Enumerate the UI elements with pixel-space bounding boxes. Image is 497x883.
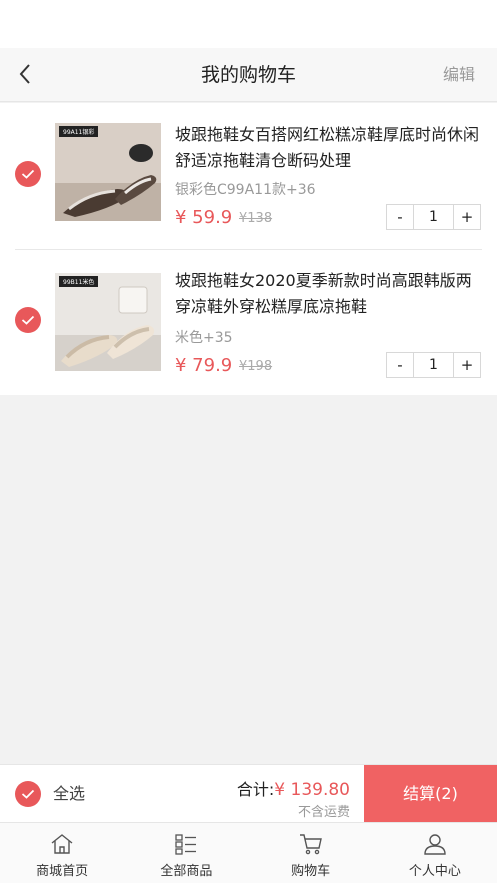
- tab-label: 商城首页: [36, 864, 89, 879]
- product-spec: 米色+35: [175, 330, 233, 346]
- cart-item: 99B11米色 坡跟拖鞋女2020夏季新款时尚高跟韩版两穿凉鞋外穿松糕厚底凉拖鞋…: [0, 249, 497, 395]
- select-all-label[interactable]: 全选: [53, 765, 85, 823]
- shipping-note: 不含运费: [297, 805, 350, 820]
- tab-bar: 商城首页 全部商品 购物车 个人中心: [0, 822, 497, 883]
- tab-cart[interactable]: 购物车: [249, 823, 373, 883]
- checkout-bar: 全选 合计:¥ 139.80 不含运费 结算(2): [0, 764, 497, 823]
- tab-all-products[interactable]: 全部商品: [124, 823, 248, 883]
- total-line: 合计:¥ 139.80: [237, 776, 350, 800]
- tab-label: 全部商品: [160, 864, 213, 879]
- product-image[interactable]: 99B11米色: [55, 273, 161, 371]
- chevron-left-icon: [19, 64, 30, 84]
- item-checkbox[interactable]: [15, 161, 41, 187]
- tab-profile[interactable]: 个人中心: [373, 823, 497, 883]
- checkmark-icon: [21, 789, 35, 799]
- cart-list: 99A11银彩 坡跟拖鞋女百搭网红松糕凉鞋厚底时尚休闲舒适凉拖鞋清仓断码处理 银…: [0, 103, 497, 395]
- product-price: ¥ 79.9: [175, 355, 233, 376]
- status-bar: [0, 0, 497, 48]
- quantity-stepper: - 1 +: [386, 352, 481, 378]
- checkout-button[interactable]: 结算(2): [364, 765, 497, 823]
- tab-label: 购物车: [291, 864, 331, 879]
- select-all-checkbox[interactable]: [15, 781, 41, 807]
- product-image[interactable]: 99A11银彩: [55, 123, 161, 221]
- quantity-value[interactable]: 1: [413, 353, 454, 377]
- back-button[interactable]: [10, 59, 40, 89]
- person-icon: [422, 832, 448, 856]
- home-icon: [49, 832, 75, 856]
- cart-item: 99A11银彩 坡跟拖鞋女百搭网红松糕凉鞋厚底时尚休闲舒适凉拖鞋清仓断码处理 银…: [0, 103, 497, 249]
- cart-icon: [298, 832, 324, 856]
- product-image-tag: 99B11米色: [59, 276, 99, 287]
- page-title: 我的购物车: [200, 64, 296, 86]
- tab-home[interactable]: 商城首页: [0, 823, 124, 883]
- category-list-icon: [173, 832, 199, 856]
- product-title[interactable]: 坡跟拖鞋女2020夏季新款时尚高跟韩版两穿凉鞋外穿松糕厚底凉拖鞋: [175, 268, 485, 320]
- total-label: 合计:: [236, 780, 275, 799]
- checkmark-icon: [21, 315, 35, 325]
- checkmark-icon: [21, 169, 35, 179]
- product-title[interactable]: 坡跟拖鞋女百搭网红松糕凉鞋厚底时尚休闲舒适凉拖鞋清仓断码处理: [175, 122, 485, 174]
- increase-quantity-button[interactable]: +: [454, 353, 480, 377]
- original-price: ¥198: [239, 359, 273, 374]
- navigation-bar: 我的购物车 编辑: [0, 48, 497, 102]
- quantity-value[interactable]: 1: [413, 205, 454, 229]
- total-value: ¥ 139.80: [274, 780, 350, 800]
- decrease-quantity-button[interactable]: -: [387, 353, 413, 377]
- decrease-quantity-button[interactable]: -: [387, 205, 413, 229]
- product-price: ¥ 59.9: [175, 207, 233, 228]
- tab-label: 个人中心: [408, 864, 461, 879]
- increase-quantity-button[interactable]: +: [454, 205, 480, 229]
- original-price: ¥138: [239, 211, 273, 226]
- quantity-stepper: - 1 +: [386, 204, 481, 230]
- product-image-tag: 99A11银彩: [59, 126, 99, 137]
- item-checkbox[interactable]: [15, 307, 41, 333]
- edit-button[interactable]: 编辑: [443, 48, 475, 102]
- product-spec: 银彩色C99A11款+36: [175, 182, 316, 198]
